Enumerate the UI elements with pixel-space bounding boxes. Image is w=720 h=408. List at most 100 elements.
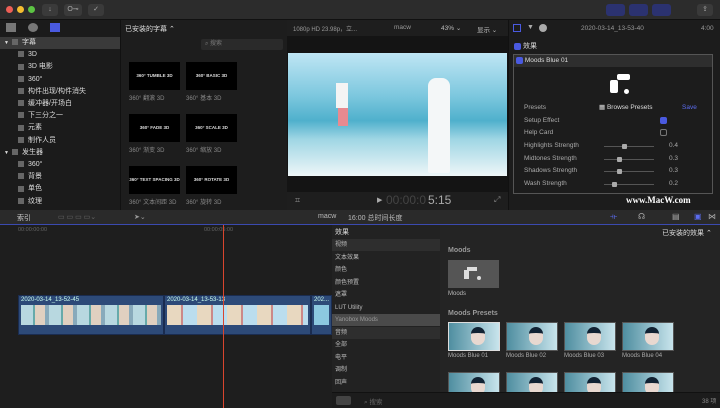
- setup-effect-checkbox[interactable]: [660, 117, 667, 124]
- effects-category-item[interactable]: 回声: [332, 377, 440, 389]
- share-button[interactable]: ⇪: [697, 4, 713, 16]
- clip-appearance-icon[interactable]: ▤: [672, 212, 680, 221]
- show-timeline-button[interactable]: [629, 4, 648, 16]
- preset-thumbnail[interactable]: [622, 322, 674, 351]
- title-thumbnail[interactable]: 360° BASIC 3D: [186, 62, 237, 90]
- headphones-icon[interactable]: ☊: [638, 212, 645, 221]
- color-inspector-tab[interactable]: ▼: [527, 24, 534, 31]
- sidebar-item[interactable]: 3D: [0, 49, 120, 61]
- timeline-clip[interactable]: 2020-03-14_13-52-45: [18, 295, 164, 335]
- effects-category-item[interactable]: 遮罩: [332, 289, 440, 301]
- libraries-icon[interactable]: [6, 23, 16, 32]
- sidebar-item[interactable]: 缓冲器/开场白: [0, 98, 120, 110]
- parameter-value[interactable]: 0.2: [669, 178, 678, 190]
- show-inspector-button[interactable]: [652, 4, 671, 16]
- sidebar-item[interactable]: 360°: [0, 74, 120, 86]
- video-inspector-tab[interactable]: [513, 24, 521, 32]
- zoom-window-button[interactable]: [28, 6, 35, 13]
- timeline-clip[interactable]: 202...: [311, 295, 332, 335]
- background-tasks-button[interactable]: ✓: [88, 4, 104, 16]
- effects-category-item[interactable]: 文本效果: [332, 252, 440, 264]
- save-button[interactable]: Save: [682, 102, 697, 114]
- play-button[interactable]: ▶: [377, 196, 382, 204]
- effects-browser-toggle[interactable]: ▣: [694, 212, 702, 221]
- skimming-icon[interactable]: ⟛: [610, 212, 617, 222]
- effect-parameter-row: Wash Strength 0.2: [524, 178, 714, 190]
- parameter-value[interactable]: 0.3: [669, 165, 678, 177]
- effects-category-item[interactable]: 调制: [332, 364, 440, 376]
- parameter-label: Shadows Strength: [524, 167, 578, 175]
- help-card-checkbox[interactable]: [660, 129, 667, 136]
- effects-category-item[interactable]: Yanobox Moods: [332, 314, 440, 326]
- sidebar-item[interactable]: ▼ 发生器: [0, 147, 120, 159]
- sidebar-item[interactable]: 360°: [0, 159, 120, 171]
- browse-presets-button[interactable]: ▦ Browse Presets: [599, 102, 652, 114]
- timeline[interactable]: 00:00:00:00 00:00:05:00 2020-03-14_13-52…: [0, 225, 332, 408]
- effects-browser: 已安装的效果 ⌃ Moods Moods Moods Presets Moods…: [440, 225, 720, 401]
- fullscreen-icon[interactable]: ⤢: [494, 195, 500, 205]
- sidebar-item[interactable]: 背景: [0, 171, 120, 183]
- transitions-browser-toggle[interactable]: ⋈: [708, 212, 716, 221]
- import-button[interactable]: ↓: [42, 4, 58, 16]
- title-thumbnail[interactable]: 360° TUMBLE 3D: [129, 62, 180, 90]
- playhead[interactable]: [223, 225, 224, 408]
- effects-search-input[interactable]: ⌕ 搜索: [364, 396, 382, 407]
- slider-knob[interactable]: [617, 169, 622, 175]
- effects-category-item[interactable]: 颜色: [332, 264, 440, 276]
- select-tool-dropdown[interactable]: ➤⌄: [134, 213, 146, 221]
- slider-knob[interactable]: [612, 182, 617, 188]
- title-thumbnail[interactable]: 360° ROTATE 3D: [186, 166, 237, 194]
- parameter-slider[interactable]: [604, 144, 654, 149]
- moods-effect-thumb[interactable]: [448, 260, 499, 288]
- zoom-dropdown[interactable]: 43% ⌄: [441, 24, 461, 32]
- effects-category-item[interactable]: 颜色预置: [332, 277, 440, 289]
- close-window-button[interactable]: [6, 6, 13, 13]
- title-thumbnail[interactable]: 360° TEXT SPACING 3D: [129, 166, 180, 194]
- browser-search-input[interactable]: ⌕ 搜索: [201, 39, 283, 50]
- photos-audio-icon[interactable]: [28, 23, 38, 32]
- parameter-value[interactable]: 0.4: [669, 140, 678, 152]
- sidebar-item[interactable]: 制作人员: [0, 135, 120, 147]
- effects-category-item[interactable]: 全部: [332, 339, 440, 351]
- browser-title-dropdown[interactable]: 已安装的字幕 ⌃: [125, 24, 175, 34]
- preset-thumbnail[interactable]: [448, 322, 500, 351]
- sidebar-item[interactable]: 构件出现/构件消失: [0, 86, 120, 98]
- installed-effects-dropdown[interactable]: 已安装的效果 ⌃: [662, 228, 712, 238]
- parameter-slider[interactable]: [604, 182, 654, 188]
- sidebar-item-label: 3D: [28, 51, 37, 59]
- parameter-slider[interactable]: [604, 156, 654, 162]
- parameter-slider[interactable]: [604, 169, 654, 175]
- display-dropdown[interactable]: 显示 ⌄: [477, 24, 497, 34]
- slider-knob[interactable]: [617, 156, 622, 162]
- slider-knob[interactable]: [622, 144, 627, 149]
- title-thumbnail[interactable]: 360° FADE 3D: [129, 114, 180, 142]
- minimize-window-button[interactable]: [17, 6, 24, 13]
- preset-thumbnail[interactable]: [506, 322, 558, 351]
- titles-generators-icon[interactable]: [50, 23, 60, 32]
- item-icon: [18, 197, 24, 204]
- sidebar-item[interactable]: 纹理: [0, 196, 120, 208]
- sidebar-toggle-button[interactable]: [336, 396, 351, 405]
- index-button[interactable]: 索引: [17, 213, 31, 223]
- effect-enable-checkbox[interactable]: [516, 56, 523, 64]
- sidebar-item[interactable]: 单色: [0, 183, 120, 195]
- title-thumbnail[interactable]: 360° SCALE 3D: [186, 114, 237, 142]
- timeline-clip[interactable]: 2020-03-14_13-53-13: [164, 295, 311, 335]
- preset-thumbnail[interactable]: [564, 322, 616, 351]
- effects-category-item[interactable]: LUT Utility: [332, 302, 440, 314]
- info-inspector-tab[interactable]: [539, 24, 547, 32]
- effects-checkbox[interactable]: [514, 42, 521, 50]
- sidebar-item[interactable]: 下三分之一: [0, 110, 120, 122]
- parameter-value[interactable]: 0.3: [669, 153, 678, 165]
- item-icon: [18, 100, 24, 107]
- show-browser-button[interactable]: [606, 4, 625, 16]
- effects-category-item[interactable]: 视频: [332, 239, 440, 251]
- effects-category-item[interactable]: 电平: [332, 352, 440, 364]
- sidebar-item[interactable]: 3D 电影: [0, 61, 120, 73]
- sidebar-item[interactable]: ▼ 字幕: [0, 37, 120, 49]
- keyword-button[interactable]: O⊸: [64, 4, 82, 16]
- effects-category-item[interactable]: 音频: [332, 326, 440, 339]
- crop-tool-icon[interactable]: ⌗: [295, 195, 300, 206]
- edit-buttons[interactable]: ▭ ▭ ▭ ▭⌄: [58, 213, 96, 221]
- sidebar-item[interactable]: 元素: [0, 122, 120, 134]
